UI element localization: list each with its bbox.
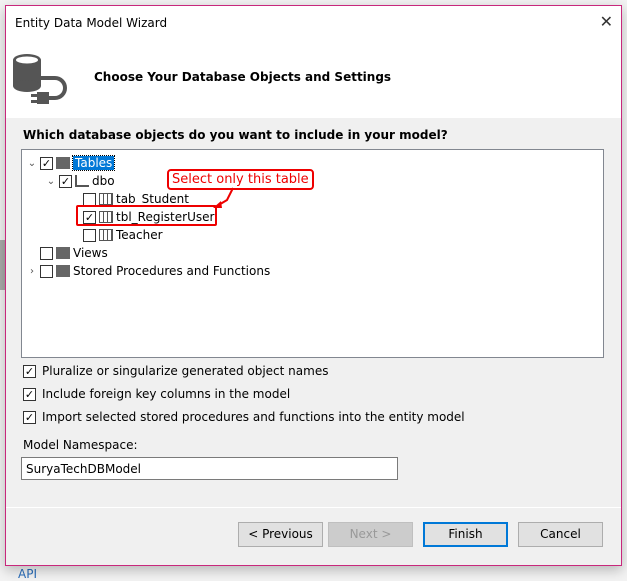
procedures-label: Stored Procedures and Functions: [73, 264, 271, 278]
database-connection-icon: [13, 54, 67, 104]
tree-node-tables[interactable]: ⌄ ✓ Tables: [26, 154, 116, 172]
procedures-checkbox[interactable]: [40, 264, 53, 278]
table-label: tab_Student: [116, 192, 189, 206]
objects-question: Which database objects do you want to in…: [23, 128, 448, 142]
option-label: Import selected stored procedures and fu…: [42, 410, 465, 424]
views-label: Views: [73, 246, 108, 260]
wizard-header: Choose Your Database Objects and Setting…: [6, 38, 621, 118]
option-foreign-keys[interactable]: ✓ Include foreign key columns in the mode…: [21, 387, 290, 401]
previous-button[interactable]: < Previous: [238, 522, 323, 547]
namespace-input[interactable]: [21, 457, 398, 480]
chevron-down-icon[interactable]: ⌄: [45, 176, 57, 187]
finish-button[interactable]: Finish: [423, 522, 508, 547]
dbo-label: dbo: [92, 174, 115, 188]
views-folder-icon: [56, 247, 70, 259]
pluralize-checkbox[interactable]: ✓: [23, 364, 36, 378]
option-label: Pluralize or singularize generated objec…: [42, 364, 329, 378]
entity-data-model-wizard: Entity Data Model Wizard ✕ Choose Your D…: [5, 5, 622, 566]
table-checkbox[interactable]: [83, 192, 96, 206]
annotation-arrow-icon: [213, 187, 234, 208]
table-icon: [99, 193, 113, 205]
background-api-link[interactable]: API: [18, 567, 37, 581]
next-button: Next >: [328, 522, 413, 547]
tree-node-views[interactable]: Views: [38, 244, 108, 262]
title-bar: Entity Data Model Wizard ✕: [6, 6, 621, 38]
tables-checkbox[interactable]: ✓: [40, 156, 53, 170]
tree-node-table[interactable]: Teacher: [81, 226, 163, 244]
option-label: Include foreign key columns in the model: [42, 387, 291, 401]
import-procs-checkbox[interactable]: ✓: [23, 410, 36, 424]
tree-node-dbo[interactable]: ⌄ ✓ dbo: [45, 172, 115, 190]
chevron-right-icon[interactable]: ›: [26, 266, 38, 277]
separator: [6, 507, 621, 508]
cancel-button[interactable]: Cancel: [518, 522, 603, 547]
page-title: Choose Your Database Objects and Setting…: [94, 70, 392, 84]
option-import-procs[interactable]: ✓ Import selected stored procedures and f…: [21, 410, 465, 424]
namespace-label: Model Namespace:: [23, 438, 138, 452]
window-title: Entity Data Model Wizard: [15, 16, 168, 30]
table-label: Teacher: [116, 228, 163, 242]
dbo-checkbox[interactable]: ✓: [59, 174, 72, 188]
chevron-down-icon[interactable]: ⌄: [26, 158, 38, 169]
schema-icon: [75, 175, 89, 187]
tables-folder-icon: [56, 157, 70, 169]
procedures-folder-icon: [56, 265, 70, 277]
tree-node-procedures[interactable]: › Stored Procedures and Functions: [26, 262, 270, 280]
table-icon: [99, 229, 113, 241]
highlight-box: [76, 205, 217, 226]
foreign-keys-checkbox[interactable]: ✓: [23, 387, 36, 401]
views-checkbox[interactable]: [40, 246, 53, 260]
close-icon[interactable]: ✕: [600, 12, 613, 31]
table-checkbox[interactable]: [83, 228, 96, 242]
tables-label: Tables: [71, 155, 116, 171]
option-pluralize[interactable]: ✓ Pluralize or singularize generated obje…: [21, 364, 328, 378]
